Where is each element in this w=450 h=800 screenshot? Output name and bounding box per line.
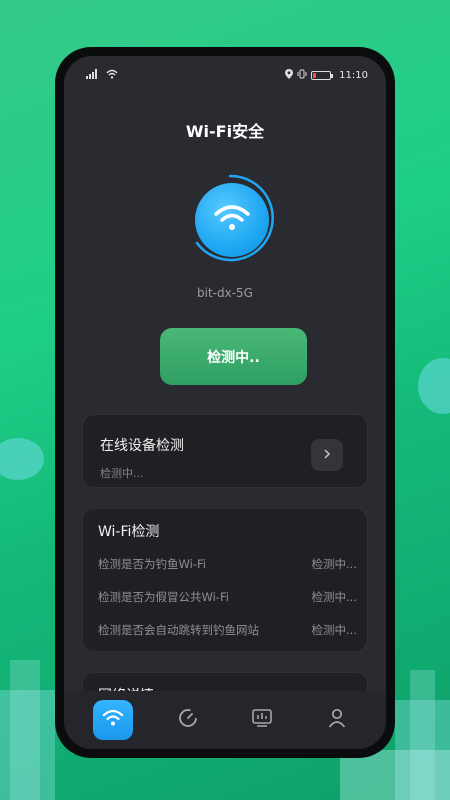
wifi-check-row: 检测是否会自动跳转到钓鱼网站 检测中...	[98, 622, 357, 638]
wifi-check-row: 检测是否为钓鱼Wi-Fi 检测中...	[98, 556, 357, 572]
chevron-right-icon	[323, 448, 331, 463]
status-bar: 11:10	[86, 68, 368, 82]
wifi-check-status: 检测中...	[311, 557, 357, 571]
online-devices-card[interactable]: 在线设备检测 检测中...	[82, 414, 368, 488]
tab-monitor[interactable]	[242, 700, 282, 740]
wifi-status-icon	[106, 69, 118, 82]
tab-speed[interactable]	[168, 700, 208, 740]
network-ssid: bit-dx-5G	[197, 286, 253, 300]
phone-frame: 11:10 Wi-Fi安全 bit-dx-5G 检测中.. 在线设备检测 检测中…	[55, 47, 395, 758]
user-icon	[328, 708, 346, 732]
tab-profile[interactable]	[317, 700, 357, 740]
online-devices-status: 检测中...	[100, 467, 144, 480]
bottom-tab-bar	[64, 691, 386, 749]
bg-bubble-left	[0, 438, 44, 480]
wifi-check-status: 检测中...	[311, 590, 357, 604]
wifi-check-status: 检测中...	[311, 623, 357, 637]
wifi-check-label: 检测是否会自动跳转到钓鱼网站	[98, 623, 259, 637]
check-button[interactable]: 检测中..	[160, 328, 307, 385]
online-devices-open-button[interactable]	[311, 439, 343, 471]
location-icon	[285, 68, 294, 82]
wifi-icon	[102, 709, 124, 731]
wifi-check-label: 检测是否为假冒公共Wi-Fi	[98, 590, 229, 604]
tab-wifi[interactable]	[93, 700, 134, 740]
signal-icon	[86, 68, 102, 82]
wifi-check-label: 检测是否为钓鱼Wi-Fi	[98, 557, 206, 571]
wifi-check-title: Wi-Fi检测	[98, 524, 160, 540]
bg-bubble-right	[418, 358, 450, 414]
wifi-check-card: Wi-Fi检测 检测是否为钓鱼Wi-Fi 检测中... 检测是否为假冒公共Wi-…	[82, 508, 368, 652]
wifi-icon	[213, 203, 251, 237]
monitor-chart-icon	[252, 709, 273, 731]
app-screen: 11:10 Wi-Fi安全 bit-dx-5G 检测中.. 在线设备检测 检测中…	[64, 56, 386, 749]
vibrate-icon	[297, 69, 307, 82]
clock: 11:10	[339, 69, 368, 81]
wifi-badge	[195, 183, 269, 257]
battery-icon	[311, 70, 334, 80]
page-title: Wi-Fi安全	[185, 122, 265, 141]
speedometer-icon	[178, 708, 198, 732]
online-devices-title: 在线设备检测	[100, 438, 184, 454]
wifi-check-row: 检测是否为假冒公共Wi-Fi 检测中...	[98, 589, 357, 605]
